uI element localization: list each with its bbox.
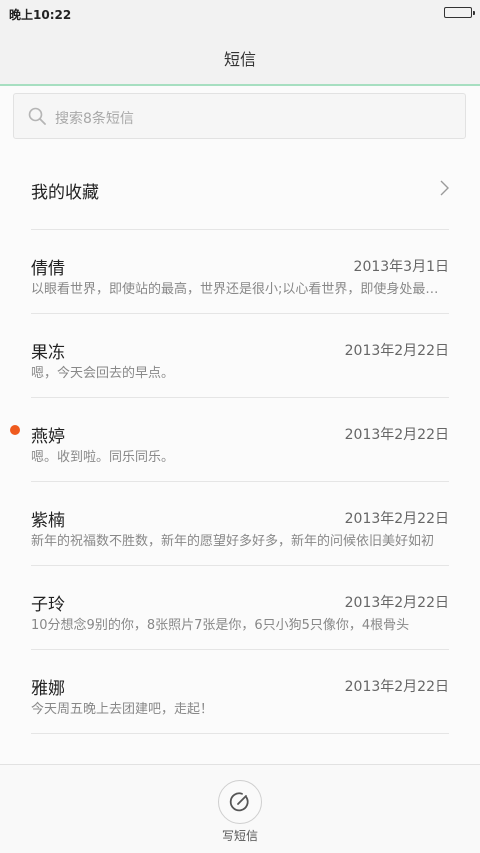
title-bar: 短信 (0, 28, 480, 86)
contact-name: 倩倩 (31, 259, 65, 279)
conversation-list: 倩倩 2013年3月1日 以眼看世界，即使站的最高，世界还是很小;以心看世界，即… (0, 230, 480, 734)
compose-button[interactable] (218, 780, 262, 824)
search-input[interactable]: 搜索8条短信 (13, 93, 466, 139)
contact-name: 子玲 (31, 595, 65, 615)
compose-icon (229, 792, 249, 812)
favorites-item[interactable]: 我的收藏 (31, 150, 449, 230)
search-placeholder: 搜索8条短信 (55, 111, 134, 127)
message-preview: 新年的祝福数不胜数，新年的愿望好多好多，新年的问候依旧美好如初 (31, 534, 435, 549)
favorites-label: 我的收藏 (31, 183, 99, 203)
message-date: 2013年2月22日 (344, 343, 449, 359)
status-bar: 晚上10:22 (0, 0, 480, 28)
conversation-row[interactable]: 子玲 2013年2月22日 10分想念9别的你，8张照片7张是你，6只小狗5只像… (0, 566, 480, 650)
message-preview: 以眼看世界，即使站的最高，世界还是很小;以心看世界，即使身处最低处，世界也是很大 (31, 282, 449, 297)
conversation-row[interactable]: 雅娜 2013年2月22日 今天周五晚上去团建吧，走起！ (0, 650, 480, 734)
conversation-content: 子玲 2013年2月22日 10分想念9别的你，8张照片7张是你，6只小狗5只像… (31, 566, 449, 650)
message-date: 2013年3月1日 (353, 259, 449, 275)
message-date: 2013年2月22日 (344, 511, 449, 527)
conversation-content: 果冻 2013年2月22日 嗯，今天会回去的早点。 (31, 314, 449, 398)
search-icon (28, 107, 46, 125)
message-preview: 嗯，今天会回去的早点。 (31, 366, 175, 381)
conversation-content: 燕婷 2013年2月22日 嗯。收到啦。同乐同乐。 (31, 398, 449, 482)
conversation-row[interactable]: 燕婷 2013年2月22日 嗯。收到啦。同乐同乐。 (0, 398, 480, 482)
contact-name: 雅娜 (31, 679, 65, 699)
unread-dot-icon (10, 425, 20, 435)
battery-icon (444, 7, 475, 18)
contact-name: 燕婷 (31, 427, 65, 447)
conversation-row[interactable]: 果冻 2013年2月22日 嗯，今天会回去的早点。 (0, 314, 480, 398)
message-preview: 嗯。收到啦。同乐同乐。 (31, 450, 175, 465)
compose-label[interactable]: 写短信 (0, 827, 480, 844)
chevron-right-icon (440, 180, 449, 196)
contact-name: 果冻 (31, 343, 65, 363)
message-preview: 今天周五晚上去团建吧，走起！ (31, 702, 214, 717)
message-date: 2013年2月22日 (344, 679, 449, 695)
contact-name: 紫楠 (31, 511, 65, 531)
message-date: 2013年2月22日 (344, 427, 449, 443)
conversation-row[interactable]: 紫楠 2013年2月22日 新年的祝福数不胜数，新年的愿望好多好多，新年的问候依… (0, 482, 480, 566)
status-time: 晚上10:22 (9, 8, 72, 22)
page-title: 短信 (223, 50, 256, 69)
conversation-content: 倩倩 2013年3月1日 以眼看世界，即使站的最高，世界还是很小;以心看世界，即… (31, 230, 449, 314)
message-date: 2013年2月22日 (344, 595, 449, 611)
conversation-content: 紫楠 2013年2月22日 新年的祝福数不胜数，新年的愿望好多好多，新年的问候依… (31, 482, 449, 566)
message-preview: 10分想念9别的你，8张照片7张是你，6只小狗5只像你，4根骨头 (31, 618, 410, 633)
conversation-content: 雅娜 2013年2月22日 今天周五晚上去团建吧，走起！ (31, 650, 449, 734)
bottom-bar: 写短信 (0, 764, 480, 853)
conversation-row[interactable]: 倩倩 2013年3月1日 以眼看世界，即使站的最高，世界还是很小;以心看世界，即… (0, 230, 480, 314)
